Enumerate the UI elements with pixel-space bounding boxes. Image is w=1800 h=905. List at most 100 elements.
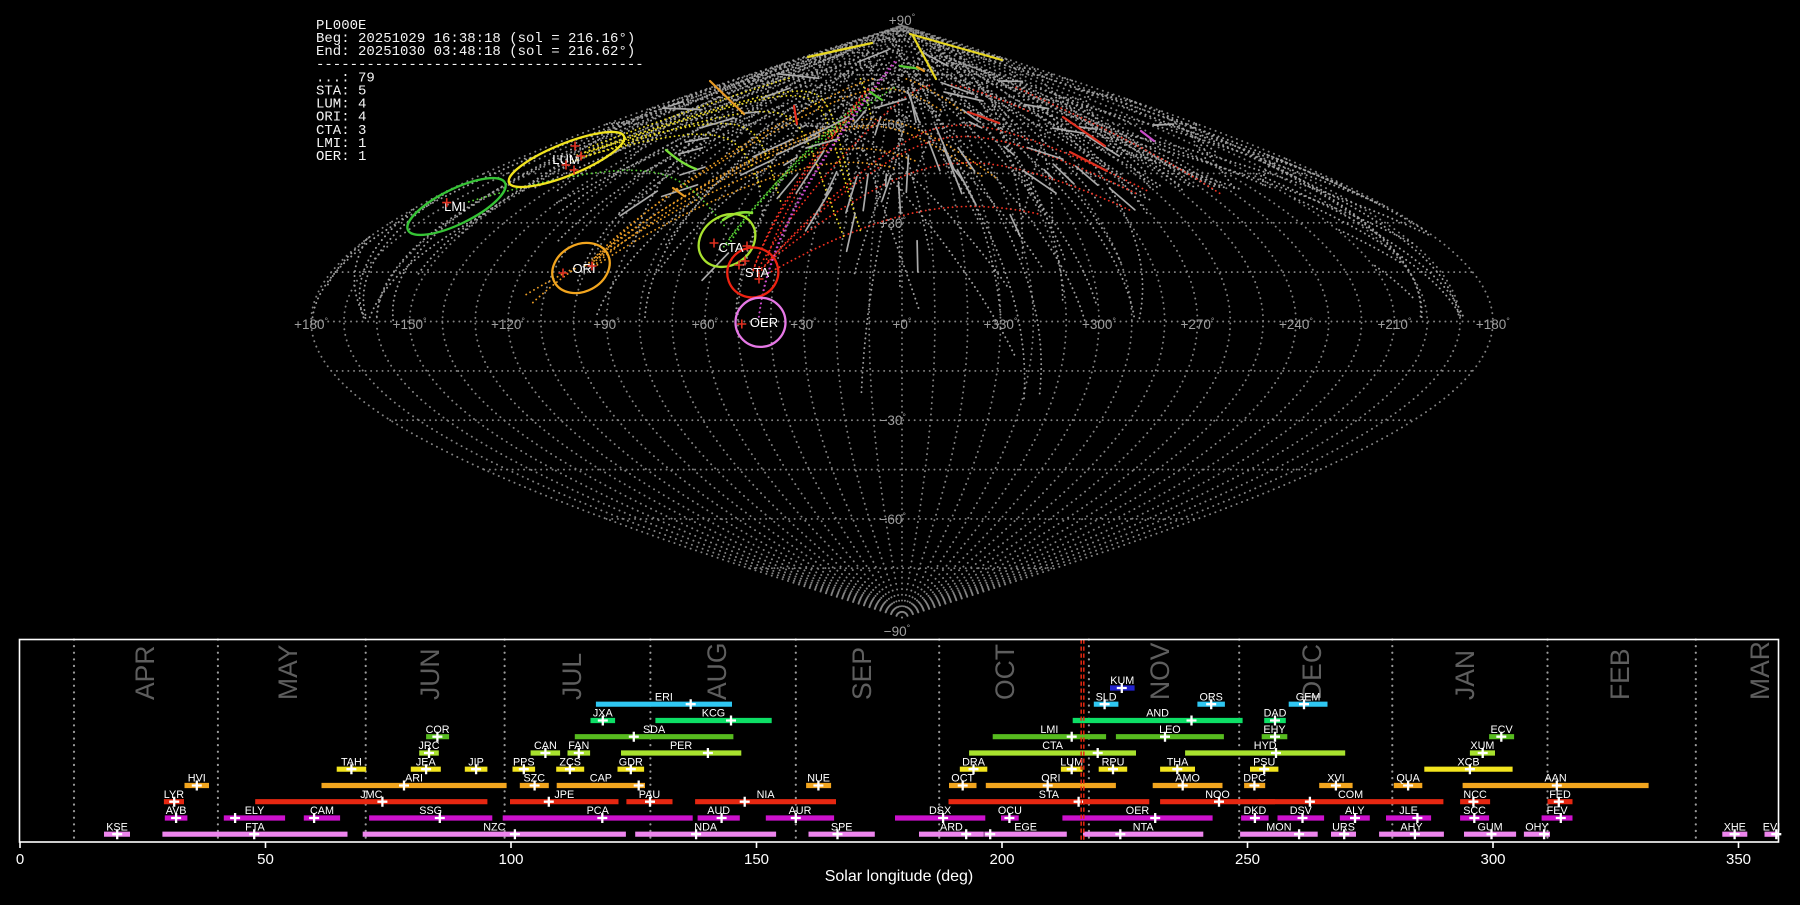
svg-text:FEV: FEV	[1547, 805, 1569, 817]
svg-text:CTA: CTA	[1042, 740, 1064, 752]
svg-text:DSV: DSV	[1290, 805, 1313, 817]
svg-text:LUM: LUM	[1060, 756, 1083, 768]
svg-text:XHE: XHE	[1724, 821, 1746, 833]
svg-text:PPS: PPS	[513, 756, 535, 768]
svg-text:ARD: ARD	[940, 821, 963, 833]
svg-text:NZC: NZC	[483, 821, 505, 833]
svg-text:+300°: +300°	[1082, 316, 1116, 332]
svg-text:TAH: TAH	[341, 756, 362, 768]
svg-text:AVB: AVB	[166, 805, 187, 817]
svg-text:LEO: LEO	[1159, 724, 1181, 736]
svg-text:50: 50	[257, 851, 274, 868]
svg-text:DPC: DPC	[1243, 773, 1266, 785]
svg-text:+180°: +180°	[294, 316, 328, 332]
svg-text:AAN: AAN	[1544, 773, 1566, 785]
svg-text:FAN: FAN	[568, 740, 589, 752]
svg-text:AHY: AHY	[1400, 821, 1422, 833]
svg-text:COM: COM	[1338, 789, 1363, 801]
svg-text:OER: OER	[750, 315, 778, 330]
svg-text:0: 0	[16, 851, 24, 868]
svg-text:+270°: +270°	[1180, 316, 1214, 332]
svg-text:100: 100	[498, 851, 523, 868]
svg-text:NDA: NDA	[694, 821, 718, 833]
svg-text:OCT: OCT	[990, 644, 1020, 700]
svg-text:MAY: MAY	[273, 644, 303, 700]
svg-text:COR: COR	[426, 724, 450, 736]
svg-text:MAR: MAR	[1745, 641, 1775, 700]
svg-text:EGE: EGE	[1014, 821, 1037, 833]
svg-text:JEA: JEA	[416, 756, 437, 768]
svg-text:GDR: GDR	[619, 756, 643, 768]
svg-text:AMO: AMO	[1175, 773, 1200, 785]
svg-text:ORS: ORS	[1199, 691, 1222, 703]
svg-text:NIA: NIA	[757, 789, 776, 801]
svg-text:XVI: XVI	[1327, 773, 1344, 785]
svg-text:AUR: AUR	[789, 805, 812, 817]
svg-text:+90°: +90°	[889, 12, 916, 28]
svg-text:JLE: JLE	[1399, 805, 1418, 817]
svg-text:GUM: GUM	[1477, 821, 1502, 833]
svg-text:AUD: AUD	[707, 805, 730, 817]
svg-text:PCA: PCA	[587, 805, 610, 817]
svg-text:CAM: CAM	[310, 805, 334, 817]
svg-text:−90°: −90°	[884, 623, 911, 639]
svg-text:+240°: +240°	[1279, 316, 1313, 332]
svg-text:−60°: −60°	[879, 511, 906, 527]
svg-text:AUG: AUG	[702, 643, 732, 700]
svg-text:DRA: DRA	[962, 756, 986, 768]
svg-text:JMC: JMC	[360, 789, 382, 801]
svg-text:PAU: PAU	[639, 789, 660, 801]
svg-text:URS: URS	[1332, 821, 1355, 833]
svg-text:+60°: +60°	[692, 316, 719, 332]
svg-text:LYR: LYR	[164, 789, 184, 801]
svg-text:OCU: OCU	[998, 805, 1022, 817]
svg-text:CAN: CAN	[534, 740, 557, 752]
svg-text:MON: MON	[1266, 821, 1291, 833]
svg-text:SLD: SLD	[1096, 691, 1117, 703]
svg-text:Solar longitude (deg): Solar longitude (deg)	[825, 868, 974, 885]
svg-text:RPU: RPU	[1102, 756, 1125, 768]
svg-text:SPE: SPE	[831, 821, 853, 833]
svg-text:THA: THA	[1167, 756, 1189, 768]
svg-text:−30°: −30°	[879, 412, 906, 428]
svg-text:ERI: ERI	[655, 691, 673, 703]
svg-text:ORI: ORI	[1041, 773, 1060, 785]
svg-text:KSE: KSE	[106, 821, 128, 833]
svg-text:250: 250	[1235, 851, 1260, 868]
svg-text:JUL: JUL	[557, 653, 587, 700]
svg-text:JAN: JAN	[1450, 650, 1480, 700]
svg-text:FTA: FTA	[245, 821, 265, 833]
svg-text:+210°: +210°	[1377, 316, 1411, 332]
svg-text:+90°: +90°	[593, 316, 620, 332]
svg-text:OCT: OCT	[951, 773, 974, 785]
svg-text:JUN: JUN	[415, 648, 445, 700]
svg-text:STA: STA	[745, 265, 770, 280]
svg-text:GEM: GEM	[1296, 691, 1321, 703]
svg-text:EHY: EHY	[1263, 724, 1285, 736]
svg-text:EVI: EVI	[1763, 821, 1780, 833]
svg-text:HVI: HVI	[188, 773, 206, 785]
svg-text:CAP: CAP	[590, 773, 612, 785]
svg-text:SZC: SZC	[523, 773, 545, 785]
svg-text:DKD: DKD	[1244, 805, 1267, 817]
svg-text:STA: STA	[1039, 789, 1060, 801]
svg-text:NTA: NTA	[1133, 821, 1155, 833]
svg-text:SEP: SEP	[847, 647, 877, 700]
svg-text:JIP: JIP	[468, 756, 484, 768]
svg-text:FEB: FEB	[1605, 648, 1635, 700]
svg-text:+180°: +180°	[1476, 316, 1510, 332]
svg-text:ARI: ARI	[405, 773, 423, 785]
svg-text:+30°: +30°	[790, 316, 817, 332]
svg-text:NOO: NOO	[1205, 789, 1230, 801]
svg-text:OER: OER	[1126, 805, 1150, 817]
svg-text:+120°: +120°	[491, 316, 525, 332]
svg-text:ALY: ALY	[1345, 805, 1365, 817]
svg-text:ELY: ELY	[245, 805, 265, 817]
svg-text:XCB: XCB	[1457, 756, 1479, 768]
svg-text:PER: PER	[670, 740, 692, 752]
svg-text:SDA: SDA	[643, 724, 666, 736]
svg-text:NCC: NCC	[1463, 789, 1487, 801]
svg-text:APR: APR	[130, 646, 160, 701]
svg-text:LMI: LMI	[1040, 724, 1058, 736]
svg-text:HYD: HYD	[1254, 740, 1277, 752]
